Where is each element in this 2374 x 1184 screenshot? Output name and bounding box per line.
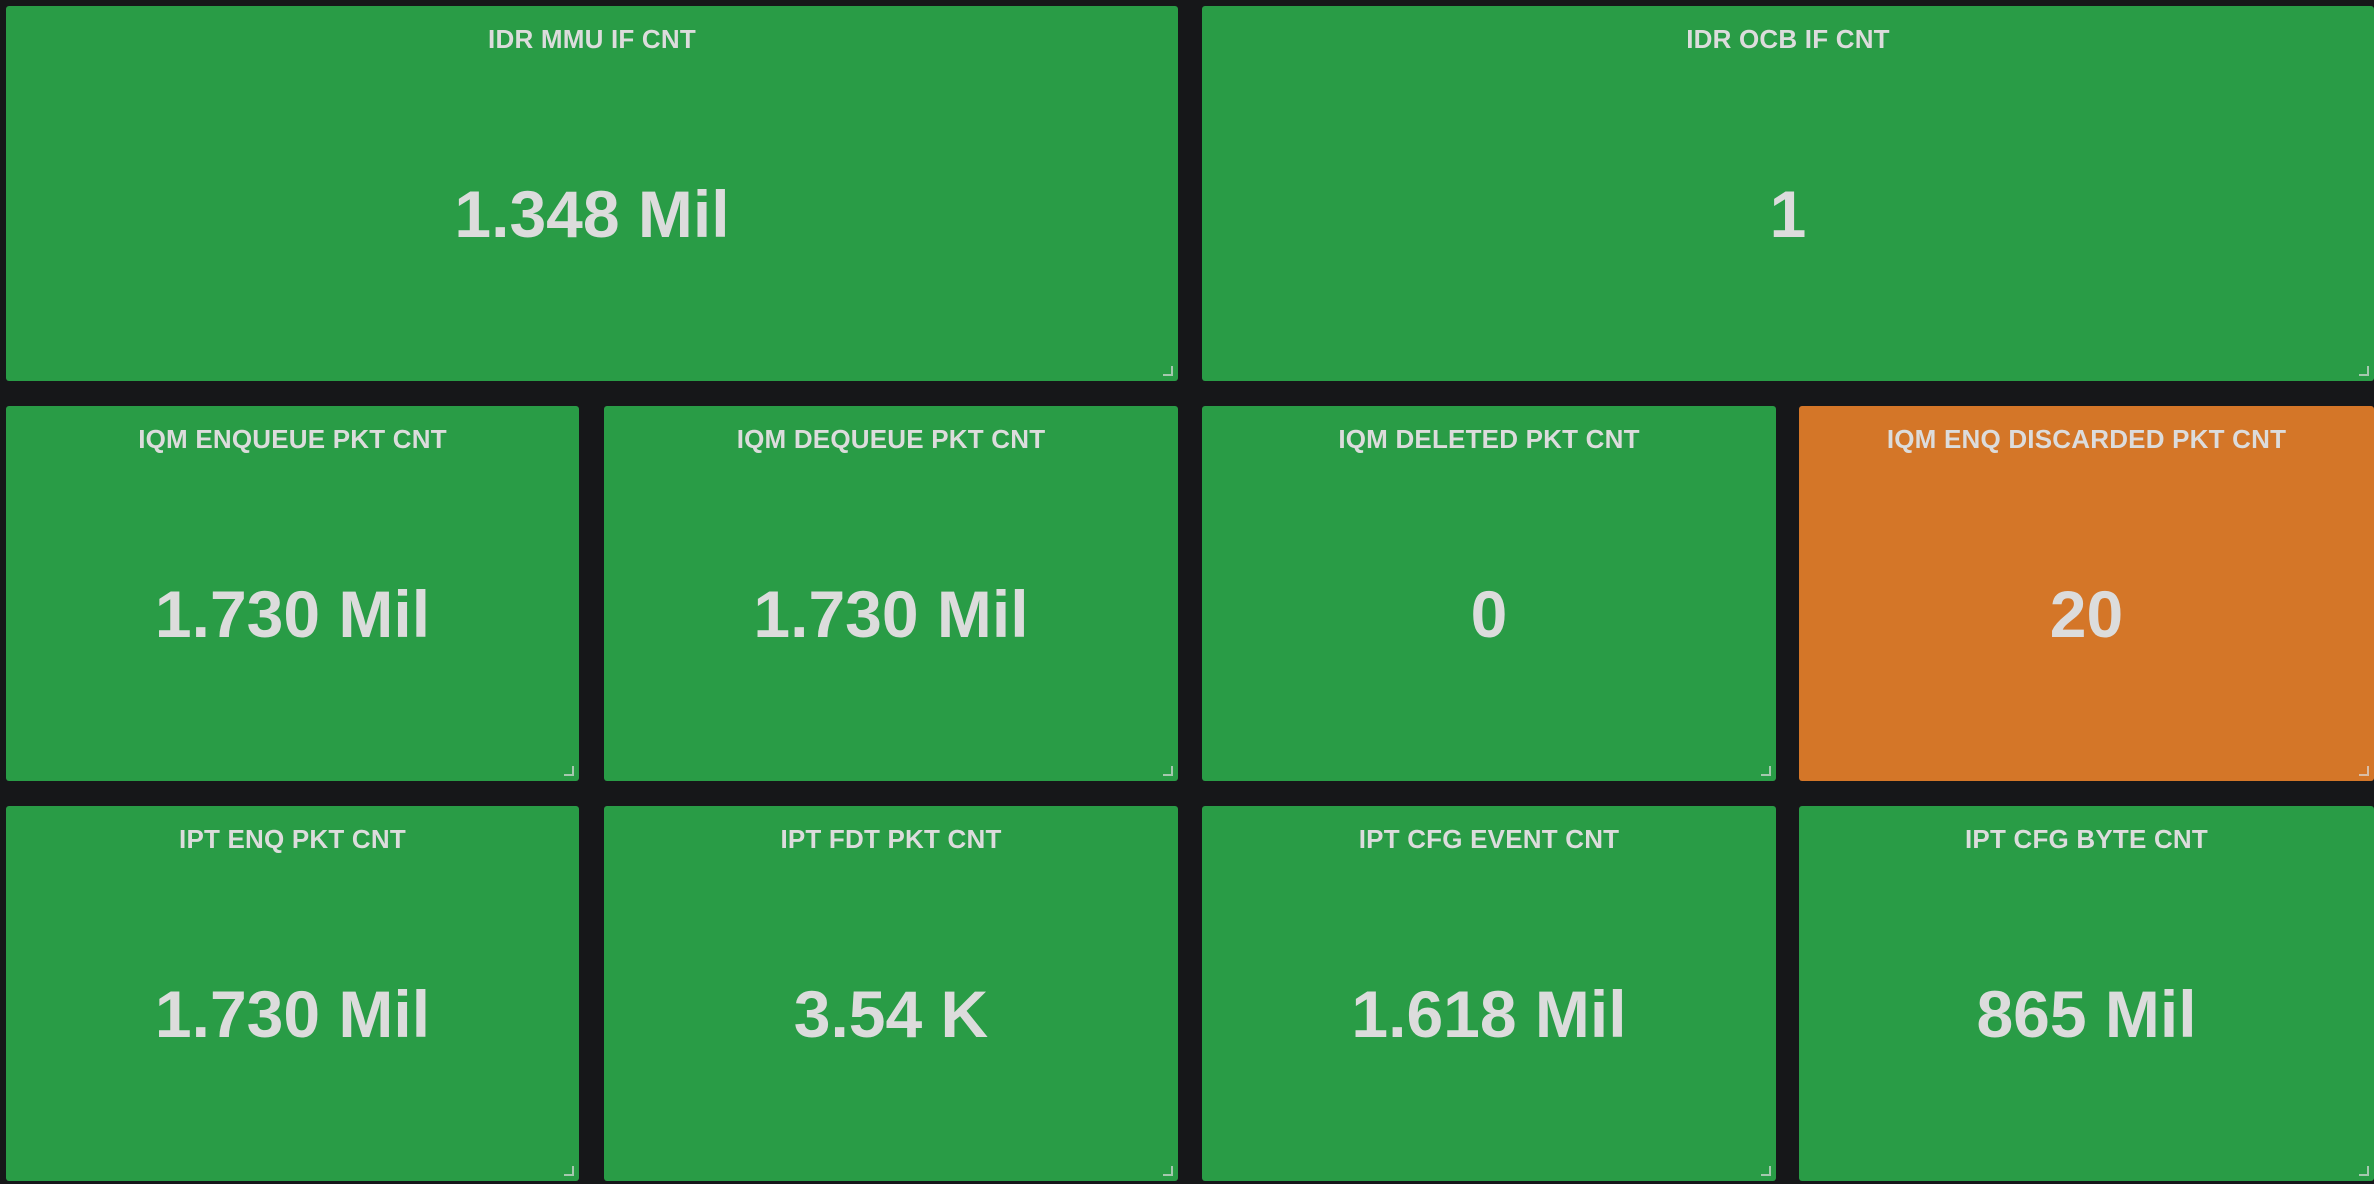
resize-handle-icon[interactable] (1761, 1166, 1771, 1176)
panel-value: 1 (1769, 176, 1807, 251)
panel-title[interactable]: IPT FDT PKT CNT (604, 824, 1178, 855)
panel-iqm-dequeue-pkt-cnt[interactable]: IQM DEQUEUE PKT CNT 1.730 Mil (604, 406, 1178, 781)
panel-value: 20 (2049, 576, 2124, 651)
panel-value: 1.730 Mil (154, 576, 431, 651)
panel-ipt-cfg-byte-cnt[interactable]: IPT CFG BYTE CNT 865 Mil (1799, 806, 2374, 1181)
panel-ipt-fdt-pkt-cnt[interactable]: IPT FDT PKT CNT 3.54 K (604, 806, 1178, 1181)
panel-value: 1.618 Mil (1351, 976, 1627, 1051)
resize-handle-icon[interactable] (2359, 366, 2369, 376)
resize-handle-icon[interactable] (1163, 366, 1173, 376)
resize-handle-icon[interactable] (564, 1166, 574, 1176)
resize-handle-icon[interactable] (564, 766, 574, 776)
panel-value: 865 Mil (1976, 976, 2197, 1051)
panel-title[interactable]: IPT ENQ PKT CNT (6, 824, 579, 855)
panel-value: 0 (1470, 576, 1508, 651)
panel-ipt-enq-pkt-cnt[interactable]: IPT ENQ PKT CNT 1.730 Mil (6, 806, 579, 1181)
resize-handle-icon[interactable] (2359, 1166, 2369, 1176)
panel-idr-mmu-if-cnt[interactable]: IDR MMU IF CNT 1.348 Mil (6, 6, 1178, 381)
panel-title[interactable]: IDR MMU IF CNT (6, 24, 1178, 55)
panel-value: 1.730 Mil (753, 576, 1029, 651)
panel-title[interactable]: IQM ENQUEUE PKT CNT (6, 424, 579, 455)
panel-iqm-enq-discarded-pkt-cnt[interactable]: IQM ENQ DISCARDED PKT CNT 20 (1799, 406, 2374, 781)
panel-title[interactable]: IQM DELETED PKT CNT (1202, 424, 1776, 455)
panel-iqm-deleted-pkt-cnt[interactable]: IQM DELETED PKT CNT 0 (1202, 406, 1776, 781)
panel-title[interactable]: IQM DEQUEUE PKT CNT (604, 424, 1178, 455)
panel-title[interactable]: IPT CFG EVENT CNT (1202, 824, 1776, 855)
panel-ipt-cfg-event-cnt[interactable]: IPT CFG EVENT CNT 1.618 Mil (1202, 806, 1776, 1181)
resize-handle-icon[interactable] (1761, 766, 1771, 776)
panel-title[interactable]: IDR OCB IF CNT (1202, 24, 2374, 55)
panel-value: 1.730 Mil (154, 976, 431, 1051)
resize-handle-icon[interactable] (2359, 766, 2369, 776)
dashboard-grid: IDR MMU IF CNT 1.348 Mil IDR OCB IF CNT … (0, 0, 2374, 1184)
resize-handle-icon[interactable] (1163, 766, 1173, 776)
panel-iqm-enqueue-pkt-cnt[interactable]: IQM ENQUEUE PKT CNT 1.730 Mil (6, 406, 579, 781)
panel-title[interactable]: IPT CFG BYTE CNT (1799, 824, 2374, 855)
panel-idr-ocb-if-cnt[interactable]: IDR OCB IF CNT 1 (1202, 6, 2374, 381)
panel-value: 1.348 Mil (454, 176, 730, 251)
panel-title[interactable]: IQM ENQ DISCARDED PKT CNT (1799, 424, 2374, 455)
panel-value: 3.54 K (793, 976, 989, 1051)
resize-handle-icon[interactable] (1163, 1166, 1173, 1176)
